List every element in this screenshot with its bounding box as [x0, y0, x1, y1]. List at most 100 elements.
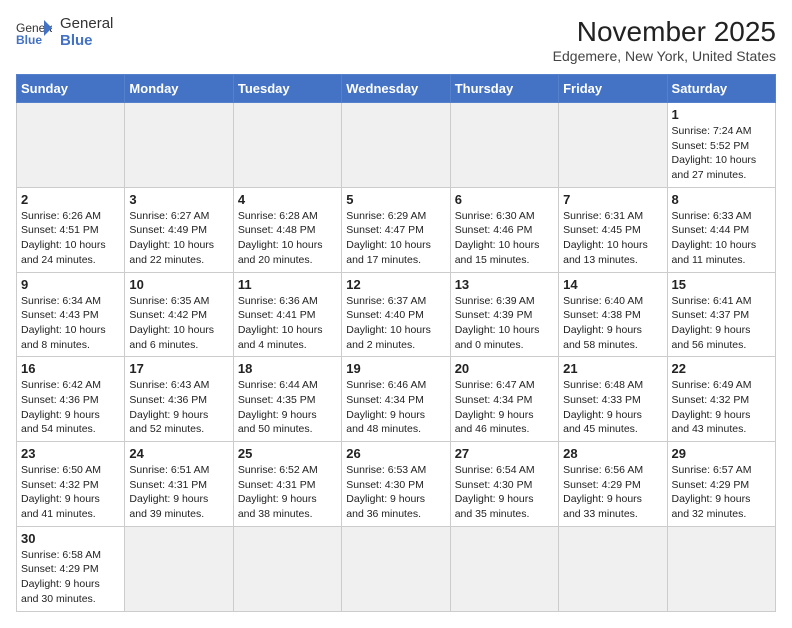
table-row: 20Sunrise: 6:47 AM Sunset: 4:34 PM Dayli…	[450, 357, 558, 442]
day-info: Sunrise: 6:48 AM Sunset: 4:33 PM Dayligh…	[563, 378, 662, 437]
day-number: 21	[563, 361, 662, 376]
table-row: 15Sunrise: 6:41 AM Sunset: 4:37 PM Dayli…	[667, 272, 775, 357]
table-row	[342, 103, 450, 188]
day-info: Sunrise: 6:57 AM Sunset: 4:29 PM Dayligh…	[672, 463, 771, 522]
calendar-week-row: 9Sunrise: 6:34 AM Sunset: 4:43 PM Daylig…	[17, 272, 776, 357]
table-row	[450, 526, 558, 611]
day-info: Sunrise: 6:41 AM Sunset: 4:37 PM Dayligh…	[672, 294, 771, 353]
day-info: Sunrise: 6:29 AM Sunset: 4:47 PM Dayligh…	[346, 209, 445, 268]
day-info: Sunrise: 6:52 AM Sunset: 4:31 PM Dayligh…	[238, 463, 337, 522]
day-info: Sunrise: 6:50 AM Sunset: 4:32 PM Dayligh…	[21, 463, 120, 522]
table-row: 13 Sunrise: 6:39 AM Sunset: 4:39 PM Dayli…	[450, 272, 558, 357]
day-number: 1	[672, 107, 771, 122]
table-row: 21 Sunrise: 6:48 AM Sunset: 4:33 PM Dayli…	[559, 357, 667, 442]
day-info: Sunrise: 6:54 AM Sunset: 4:30 PM Dayligh…	[455, 463, 554, 522]
day-number: 3	[129, 192, 228, 207]
calendar-week-row: 23 Sunrise: 6:50 AM Sunset: 4:32 PM Dayli…	[17, 442, 776, 527]
table-row	[125, 526, 233, 611]
calendar-week-row: 2Sunrise: 6:26 AM Sunset: 4:51 PM Daylig…	[17, 187, 776, 272]
col-wednesday: Wednesday	[342, 75, 450, 103]
day-info: Sunrise: 6:37 AM Sunset: 4:40 PM Dayligh…	[346, 294, 445, 353]
day-number: 29	[672, 446, 771, 461]
table-row: 18 Sunrise: 6:44 AM Sunset: 4:35 PM Dayli…	[233, 357, 341, 442]
day-info: Sunrise: 6:51 AM Sunset: 4:31 PM Dayligh…	[129, 463, 228, 522]
table-row: 27 Sunrise: 6:54 AM Sunset: 4:30 PM Dayli…	[450, 442, 558, 527]
table-row: 11 Sunrise: 6:36 AM Sunset: 4:41 PM Dayli…	[233, 272, 341, 357]
table-row	[233, 103, 341, 188]
day-info: Sunrise: 6:43 AM Sunset: 4:36 PM Dayligh…	[129, 378, 228, 437]
day-number: 24	[129, 446, 228, 461]
page-header: General Blue General Blue November 2025 …	[16, 16, 776, 64]
table-row	[450, 103, 558, 188]
table-row: 12Sunrise: 6:37 AM Sunset: 4:40 PM Dayli…	[342, 272, 450, 357]
day-number: 6	[455, 192, 554, 207]
table-row	[667, 526, 775, 611]
day-number: 8	[672, 192, 771, 207]
table-row: 7Sunrise: 6:31 AM Sunset: 4:45 PM Daylig…	[559, 187, 667, 272]
table-row: 25 Sunrise: 6:52 AM Sunset: 4:31 PM Dayli…	[233, 442, 341, 527]
day-number: 30	[21, 531, 120, 546]
table-row: 3 Sunrise: 6:27 AM Sunset: 4:49 PM Daylig…	[125, 187, 233, 272]
day-number: 7	[563, 192, 662, 207]
day-info: Sunrise: 6:56 AM Sunset: 4:29 PM Dayligh…	[563, 463, 662, 522]
calendar-subtitle: Edgemere, New York, United States	[553, 48, 776, 64]
calendar-title: November 2025	[553, 16, 776, 48]
day-number: 14	[563, 277, 662, 292]
table-row	[559, 103, 667, 188]
table-row: 29 Sunrise: 6:57 AM Sunset: 4:29 PM Dayli…	[667, 442, 775, 527]
table-row: 19 Sunrise: 6:46 AM Sunset: 4:34 PM Dayli…	[342, 357, 450, 442]
day-number: 28	[563, 446, 662, 461]
col-thursday: Thursday	[450, 75, 558, 103]
day-info: Sunrise: 6:39 AM Sunset: 4:39 PM Dayligh…	[455, 294, 554, 353]
table-row	[125, 103, 233, 188]
day-number: 11	[238, 277, 337, 292]
day-info: Sunrise: 6:30 AM Sunset: 4:46 PM Dayligh…	[455, 209, 554, 268]
day-info: Sunrise: 6:47 AM Sunset: 4:34 PM Dayligh…	[455, 378, 554, 437]
col-monday: Monday	[125, 75, 233, 103]
table-row: 23 Sunrise: 6:50 AM Sunset: 4:32 PM Dayli…	[17, 442, 125, 527]
table-row: 1 Sunrise: 7:24 AM Sunset: 5:52 PM Daylig…	[667, 103, 775, 188]
table-row: 22Sunrise: 6:49 AM Sunset: 4:32 PM Dayli…	[667, 357, 775, 442]
table-row: 8 Sunrise: 6:33 AM Sunset: 4:44 PM Daylig…	[667, 187, 775, 272]
table-row: 9Sunrise: 6:34 AM Sunset: 4:43 PM Daylig…	[17, 272, 125, 357]
table-row: 2Sunrise: 6:26 AM Sunset: 4:51 PM Daylig…	[17, 187, 125, 272]
calendar-week-row: 30 Sunrise: 6:58 AM Sunset: 4:29 PM Dayli…	[17, 526, 776, 611]
day-info: Sunrise: 6:26 AM Sunset: 4:51 PM Dayligh…	[21, 209, 120, 268]
day-number: 23	[21, 446, 120, 461]
day-number: 18	[238, 361, 337, 376]
col-sunday: Sunday	[17, 75, 125, 103]
day-number: 13	[455, 277, 554, 292]
day-info: Sunrise: 6:58 AM Sunset: 4:29 PM Dayligh…	[21, 548, 120, 607]
logo-blue-text: Blue	[60, 33, 113, 50]
table-row: 14 Sunrise: 6:40 AM Sunset: 4:38 PM Dayli…	[559, 272, 667, 357]
day-number: 27	[455, 446, 554, 461]
calendar-week-row: 16Sunrise: 6:42 AM Sunset: 4:36 PM Dayli…	[17, 357, 776, 442]
day-info: Sunrise: 6:27 AM Sunset: 4:49 PM Dayligh…	[129, 209, 228, 268]
title-block: November 2025 Edgemere, New York, United…	[553, 16, 776, 64]
table-row	[233, 526, 341, 611]
day-info: Sunrise: 6:36 AM Sunset: 4:41 PM Dayligh…	[238, 294, 337, 353]
day-info: Sunrise: 7:24 AM Sunset: 5:52 PM Dayligh…	[672, 124, 771, 183]
table-row: 26Sunrise: 6:53 AM Sunset: 4:30 PM Dayli…	[342, 442, 450, 527]
day-number: 10	[129, 277, 228, 292]
day-info: Sunrise: 6:35 AM Sunset: 4:42 PM Dayligh…	[129, 294, 228, 353]
table-row: 10 Sunrise: 6:35 AM Sunset: 4:42 PM Dayli…	[125, 272, 233, 357]
day-number: 25	[238, 446, 337, 461]
day-number: 9	[21, 277, 120, 292]
calendar-week-row: 1 Sunrise: 7:24 AM Sunset: 5:52 PM Daylig…	[17, 103, 776, 188]
day-info: Sunrise: 6:40 AM Sunset: 4:38 PM Dayligh…	[563, 294, 662, 353]
table-row: 4Sunrise: 6:28 AM Sunset: 4:48 PM Daylig…	[233, 187, 341, 272]
svg-text:Blue: Blue	[16, 33, 42, 47]
day-number: 16	[21, 361, 120, 376]
logo: General Blue General Blue	[16, 16, 113, 49]
day-info: Sunrise: 6:46 AM Sunset: 4:34 PM Dayligh…	[346, 378, 445, 437]
calendar-table: Sunday Monday Tuesday Wednesday Thursday…	[16, 74, 776, 612]
day-info: Sunrise: 6:44 AM Sunset: 4:35 PM Dayligh…	[238, 378, 337, 437]
logo-general-text: General	[60, 16, 113, 33]
day-info: Sunrise: 6:53 AM Sunset: 4:30 PM Dayligh…	[346, 463, 445, 522]
day-info: Sunrise: 6:33 AM Sunset: 4:44 PM Dayligh…	[672, 209, 771, 268]
day-number: 19	[346, 361, 445, 376]
table-row: 5Sunrise: 6:29 AM Sunset: 4:47 PM Daylig…	[342, 187, 450, 272]
table-row	[559, 526, 667, 611]
table-row: 30 Sunrise: 6:58 AM Sunset: 4:29 PM Dayli…	[17, 526, 125, 611]
